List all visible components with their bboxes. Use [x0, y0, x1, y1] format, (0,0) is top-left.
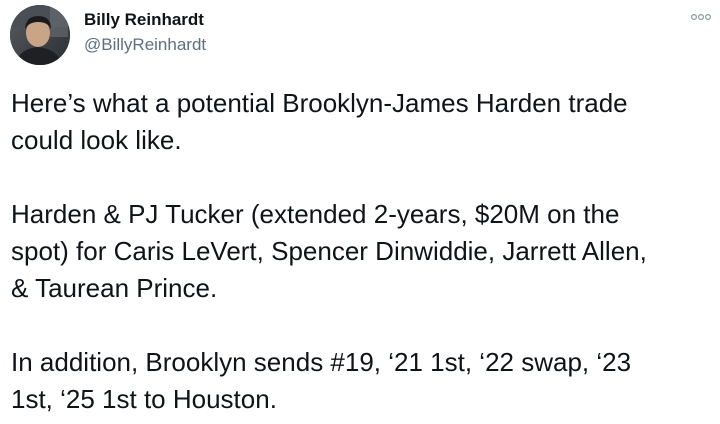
more-options-icon[interactable]: [690, 10, 712, 24]
tweet-paragraph: In addition, Brooklyn sends #19, ‘21 1st…: [11, 347, 632, 414]
tweet-text: Here’s what a potential Brooklyn-James H…: [11, 85, 711, 418]
display-name[interactable]: Billy Reinhardt: [84, 9, 204, 31]
avatar[interactable]: [10, 5, 70, 65]
user-handle[interactable]: @BillyReinhardt: [84, 34, 206, 56]
tweet-paragraph: Here’s what a potential Brooklyn-James H…: [11, 88, 628, 155]
tweet-card: Billy Reinhardt @BillyReinhardt Here’s w…: [0, 0, 720, 424]
profile-photo-icon: [10, 5, 70, 65]
tweet-paragraph: Harden & PJ Tucker (extended 2-years, $2…: [11, 199, 647, 303]
